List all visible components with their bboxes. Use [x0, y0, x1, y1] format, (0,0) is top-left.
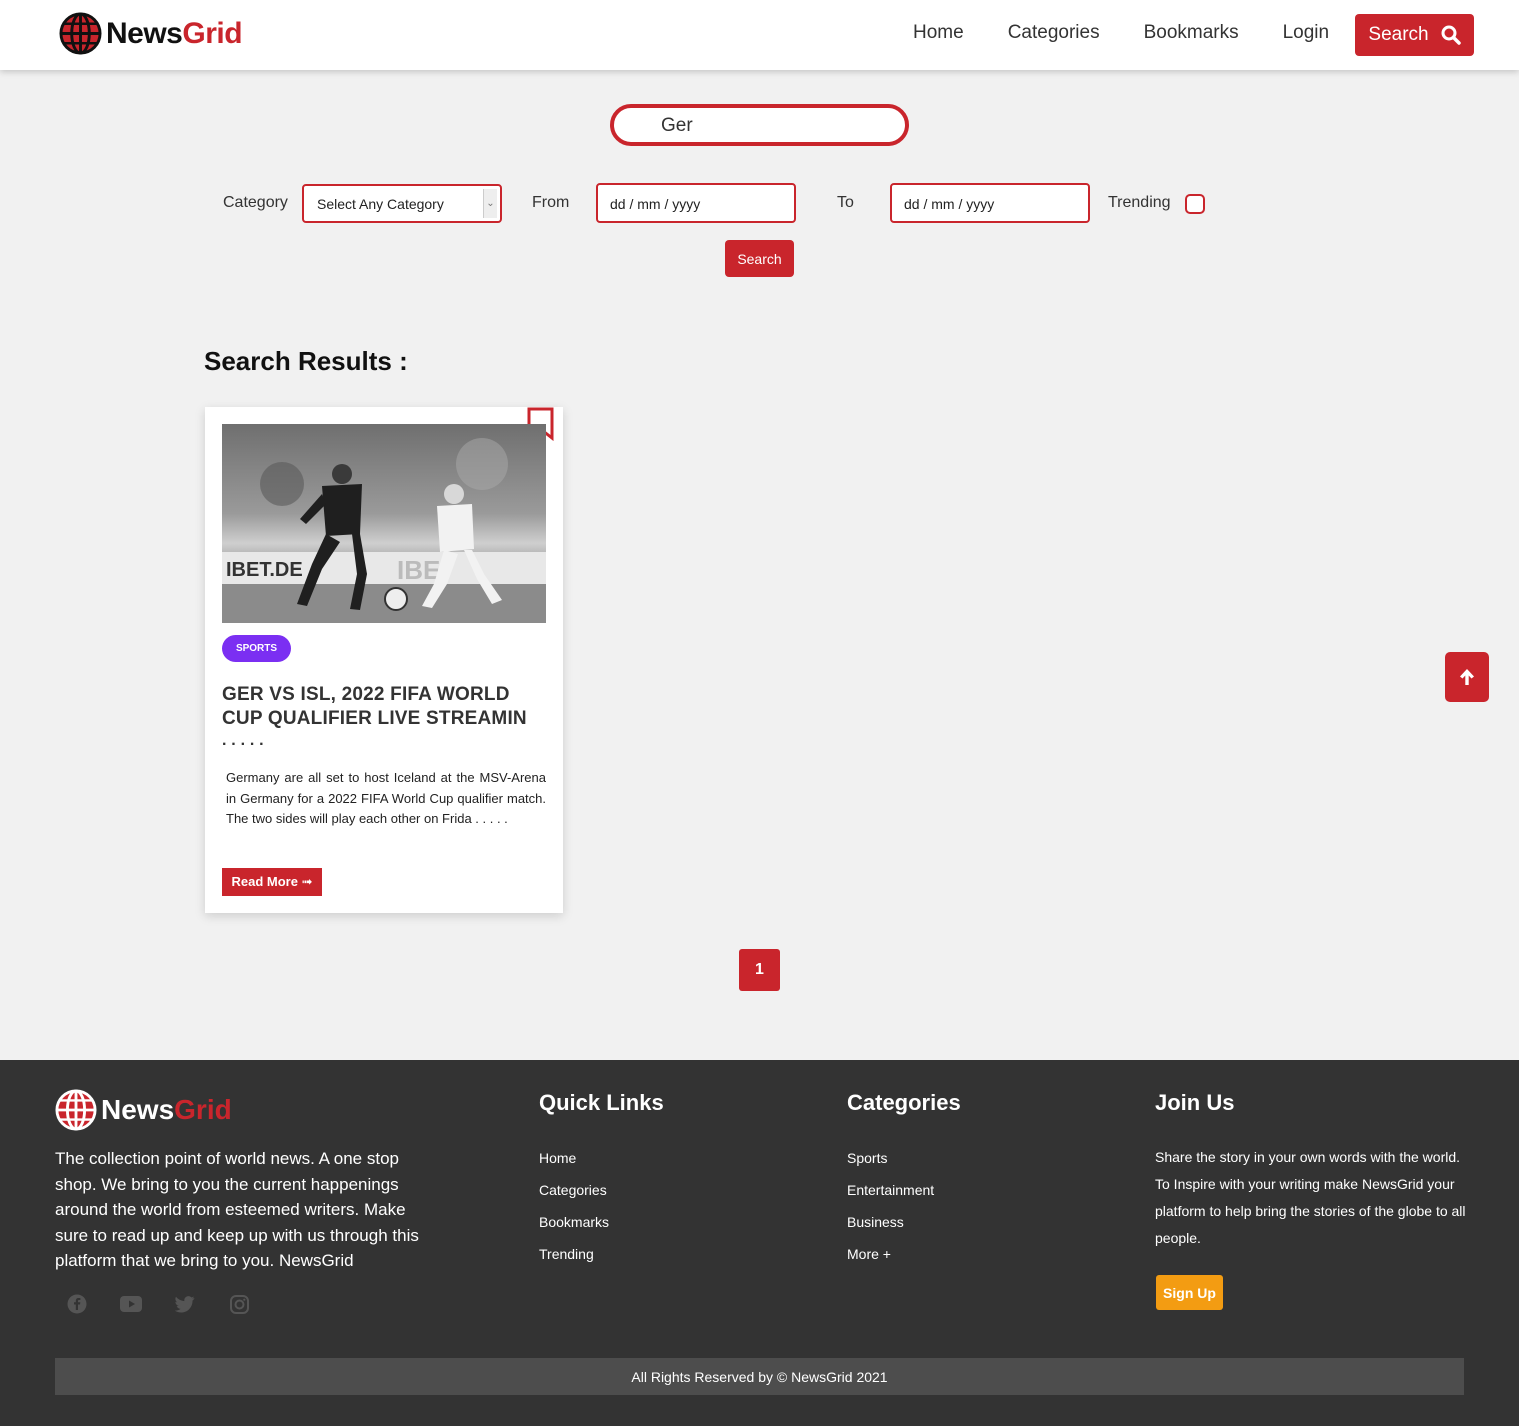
youtube-icon[interactable]	[120, 1293, 142, 1315]
quick-links-heading: Quick Links	[539, 1090, 664, 1115]
from-date-input[interactable]: dd / mm / yyyy	[596, 183, 796, 223]
footer: NewsGrid The collection point of world n…	[0, 1060, 1519, 1426]
navbar: NewsGrid Home Categories Bookmarks Login…	[0, 0, 1519, 70]
category-label: Category	[223, 194, 288, 211]
read-more-button[interactable]: Read More ➟	[222, 868, 322, 896]
news-card-image[interactable]: IBET.DE IBE	[222, 424, 546, 623]
to-date-value: dd / mm / yyyy	[904, 196, 995, 212]
search-icon	[1441, 25, 1461, 45]
results-title: Search Results :	[204, 346, 408, 376]
news-card-excerpt: Germany are all set to host Iceland at t…	[226, 770, 546, 826]
footer-category-more[interactable]: More +	[847, 1246, 934, 1278]
from-label: From	[532, 194, 570, 211]
chevron-down-icon: ⌄	[483, 189, 497, 218]
trending-checkbox[interactable]	[1185, 194, 1205, 214]
nav-bookmarks[interactable]: Bookmarks	[1144, 22, 1239, 44]
copyright-bar: All Rights Reserved by © NewsGrid 2021	[55, 1358, 1464, 1395]
svg-text:IBET.DE: IBET.DE	[226, 559, 303, 581]
quick-links-list: Home Categories Bookmarks Trending	[539, 1150, 609, 1278]
from-date-value: dd / mm / yyyy	[610, 196, 701, 212]
footer-category-entertainment[interactable]: Entertainment	[847, 1182, 934, 1214]
nav-search-label: Search	[1368, 24, 1429, 45]
twitter-icon[interactable]	[174, 1293, 196, 1315]
nav-home[interactable]: Home	[913, 22, 964, 44]
logo[interactable]: NewsGrid	[59, 12, 243, 55]
footer-logo[interactable]: NewsGrid	[55, 1089, 232, 1131]
footer-link-home[interactable]: Home	[539, 1150, 609, 1182]
nav-login[interactable]: Login	[1283, 22, 1330, 44]
category-select-value: Select Any Category	[317, 196, 444, 212]
footer-link-categories[interactable]: Categories	[539, 1182, 609, 1214]
nav-search-button[interactable]: Search	[1355, 14, 1474, 56]
nav-categories[interactable]: Categories	[1008, 22, 1100, 44]
footer-link-bookmarks[interactable]: Bookmarks	[539, 1214, 609, 1246]
instagram-icon[interactable]	[228, 1293, 250, 1315]
brand-name: NewsGrid	[106, 16, 243, 50]
footer-brand-name: NewsGrid	[101, 1094, 232, 1125]
sign-up-button[interactable]: Sign Up	[1156, 1275, 1223, 1310]
categories-heading: Categories	[847, 1090, 961, 1115]
nav-links: Home Categories Bookmarks Login	[913, 22, 1373, 44]
globe-logo-icon	[55, 1089, 97, 1131]
categories-list: Sports Entertainment Business More +	[847, 1150, 934, 1278]
footer-link-trending[interactable]: Trending	[539, 1246, 609, 1278]
scroll-to-top-button[interactable]	[1445, 652, 1489, 702]
to-label: To	[837, 194, 854, 211]
svg-text:IBE: IBE	[397, 555, 440, 585]
news-card-title[interactable]: GER VS ISL, 2022 FIFA WORLD CUP QUALIFIE…	[222, 683, 546, 751]
filter-search-button[interactable]: Search	[725, 240, 794, 277]
category-select[interactable]: Select Any Category ⌄	[302, 184, 502, 223]
to-date-input[interactable]: dd / mm / yyyy	[890, 183, 1090, 223]
search-bar	[610, 104, 909, 146]
search-input[interactable]	[661, 115, 881, 137]
pagination-page-1[interactable]: 1	[739, 949, 780, 991]
footer-about: The collection point of world news. A on…	[55, 1149, 419, 1270]
arrow-up-icon	[1460, 669, 1474, 685]
footer-category-business[interactable]: Business	[847, 1214, 934, 1246]
join-us-text: Share the story in your own words with t…	[1155, 1149, 1466, 1246]
footer-category-sports[interactable]: Sports	[847, 1150, 934, 1182]
category-badge[interactable]: SPORTS	[222, 635, 291, 662]
globe-logo-icon	[59, 12, 102, 55]
join-us-heading: Join Us	[1155, 1090, 1235, 1115]
trending-label: Trending	[1108, 194, 1171, 211]
facebook-icon[interactable]	[66, 1293, 88, 1315]
social-links	[66, 1293, 250, 1315]
news-card: IBET.DE IBE SPORTS GER VS ISL, 2022 FIFA…	[205, 407, 563, 913]
